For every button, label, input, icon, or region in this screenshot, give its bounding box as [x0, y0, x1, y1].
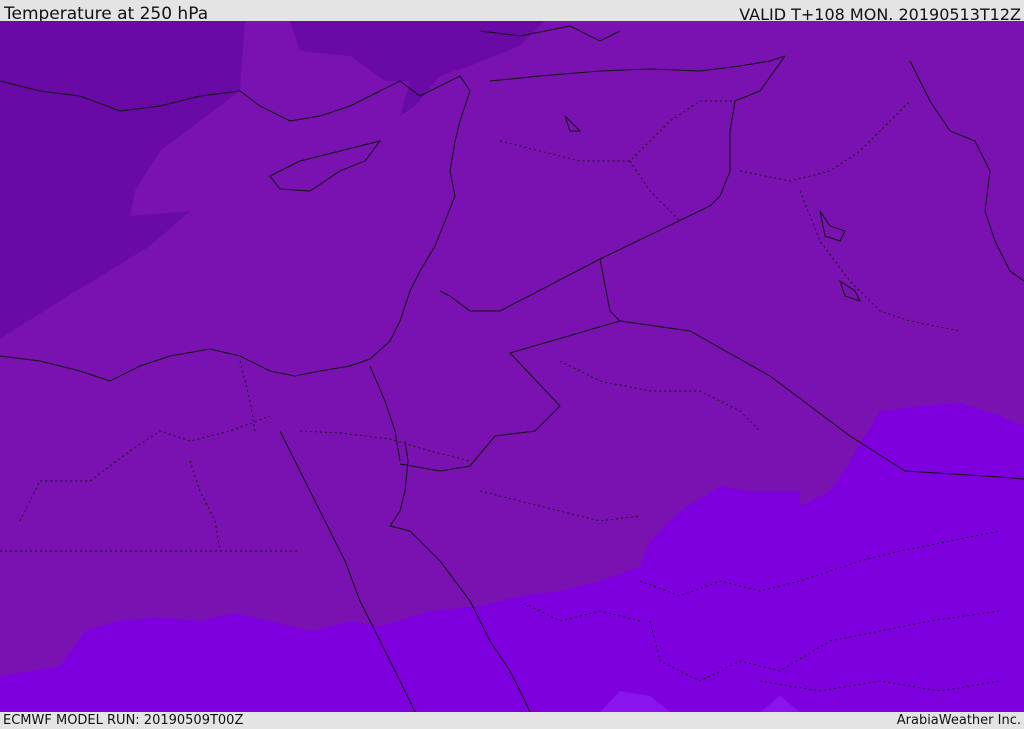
model-run-label: ECMWF MODEL RUN: 20190509T00Z	[3, 713, 244, 728]
map-canvas	[0, 21, 1024, 712]
weather-map[interactable]	[0, 21, 1024, 712]
temperature-band-warm-east	[870, 403, 1024, 501]
footer-bar: ECMWF MODEL RUN: 20190509T00Z ArabiaWeat…	[0, 712, 1024, 729]
header-bar: Temperature at 250 hPa VALID T+108 MON. …	[0, 0, 1024, 24]
credit-label: ArabiaWeather Inc.	[896, 713, 1021, 728]
